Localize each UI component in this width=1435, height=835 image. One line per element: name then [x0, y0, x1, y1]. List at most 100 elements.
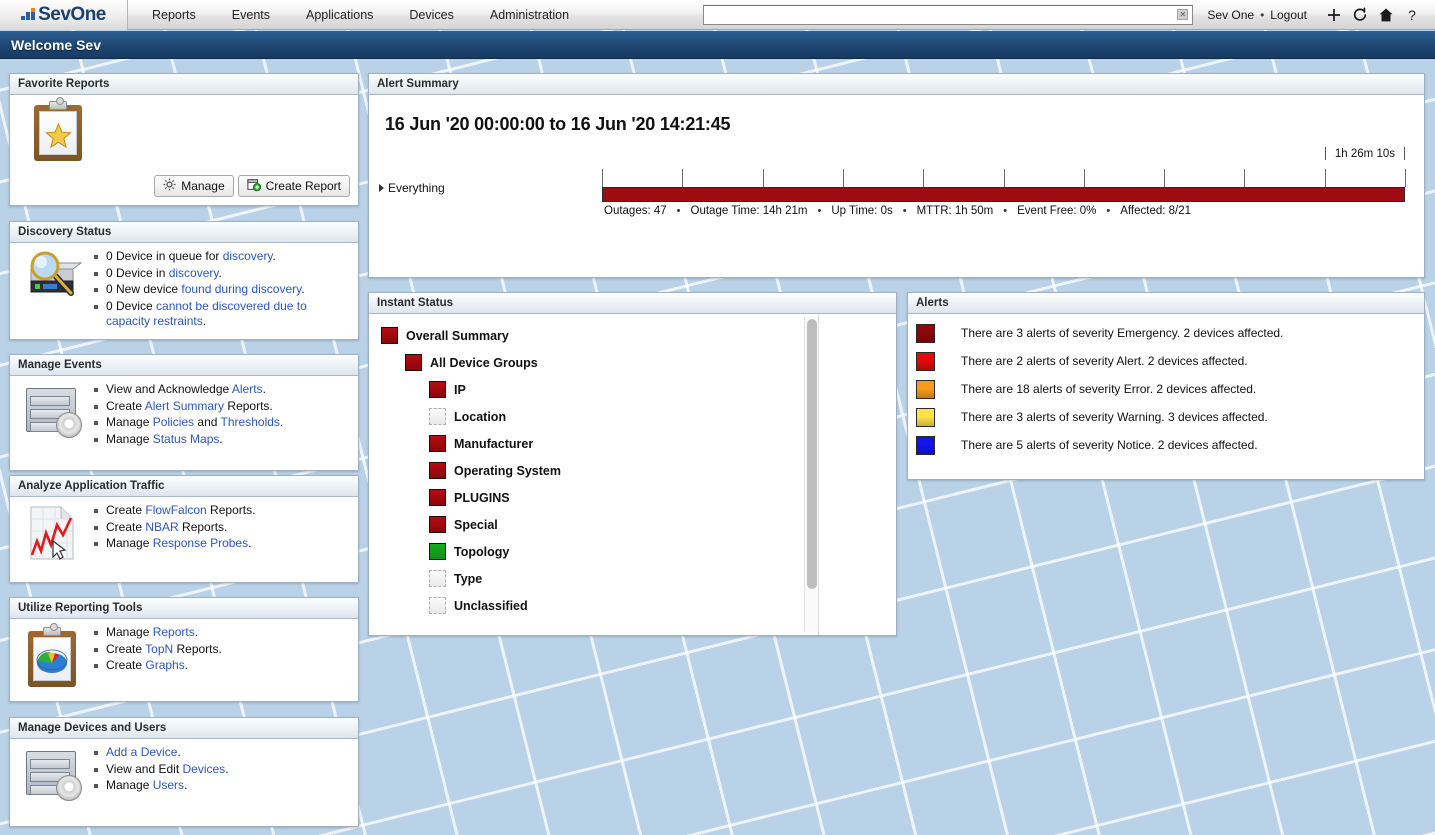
- logo-dots-icon: [21, 8, 37, 21]
- list-item-post: .: [184, 778, 188, 792]
- axis-tick: [1164, 169, 1166, 187]
- instant-status-scroll-thumb[interactable]: [807, 319, 817, 589]
- line-chart-document-icon: [16, 503, 88, 561]
- devices-users-header: Manage Devices and Users: [10, 718, 358, 739]
- discovery-link[interactable]: discovery: [169, 266, 219, 280]
- discovery-link[interactable]: discovery: [223, 249, 273, 263]
- add-a-device-link[interactable]: Add a Device: [106, 745, 177, 759]
- alert-row[interactable]: There are 3 alerts of severity Emergency…: [908, 319, 1424, 347]
- list-item: View and Acknowledge Alerts.: [92, 382, 354, 398]
- list-item-post: .: [194, 625, 199, 639]
- instant-status-scrollbar[interactable]: [804, 317, 818, 632]
- sevone-logo[interactable]: SevOne: [0, 0, 128, 30]
- search-box[interactable]: ✕: [703, 4, 1194, 25]
- status-square-red: [429, 435, 446, 452]
- alert-summary-chart: 1h 26m 10s Everything Outages: 47 • Outag…: [369, 141, 1424, 251]
- user-area: Sev One • Logout: [1207, 8, 1307, 22]
- alert-summary-link[interactable]: Alert Summary: [145, 399, 224, 413]
- list-item-post: .: [202, 314, 207, 328]
- axis-tick: [923, 169, 925, 187]
- status-square-empty: [429, 570, 446, 587]
- list-item-pre: 0 Device in queue for: [106, 249, 223, 263]
- alert-summary-header: Alert Summary: [369, 74, 1424, 95]
- alert-row[interactable]: There are 18 alerts of severity Error. 2…: [908, 375, 1424, 403]
- flowfalcon-link[interactable]: FlowFalcon: [145, 503, 206, 517]
- welcome-bar: Welcome Sev: [0, 31, 1435, 59]
- alerts-link[interactable]: Alerts: [232, 382, 263, 396]
- devices-link[interactable]: Devices: [183, 762, 226, 776]
- stat-mttr: MTTR: 1h 50m: [916, 205, 994, 217]
- alert-summary-plot: Outages: 47 • Outage Time: 14h 21m • Up Ti…: [602, 169, 1406, 217]
- analyze-application-traffic-panel: Analyze Application Traffic Create FlowF…: [9, 475, 359, 583]
- favorite-reports-panel: Favorite Reports Manage Create Report: [9, 73, 359, 206]
- expand-triangle-icon[interactable]: [379, 184, 384, 192]
- list-item-pre: Create: [106, 398, 145, 413]
- thresholds-link[interactable]: Thresholds: [221, 415, 280, 429]
- alert-summary-panel: Alert Summary 16 Jun '20 00:00:00 to 16 …: [368, 73, 1425, 278]
- status-maps-link[interactable]: Status Maps: [153, 432, 220, 446]
- alert-row[interactable]: There are 3 alerts of severity Warning. …: [908, 403, 1424, 431]
- list-item: Create NBAR Reports.: [92, 520, 354, 536]
- nbar-link[interactable]: NBAR: [145, 520, 178, 534]
- page-title: Welcome Sev: [11, 36, 102, 53]
- menu-item-reports[interactable]: Reports: [134, 0, 214, 30]
- alert-summary-scale-legend: 1h 26m 10s: [1324, 147, 1405, 160]
- list-item: 0 Device in queue for discovery.: [92, 249, 354, 265]
- alert-text: There are 3 alerts of severity Warning. …: [961, 410, 1268, 424]
- topn-link[interactable]: TopN: [145, 642, 173, 656]
- search-clear-icon[interactable]: ✕: [1177, 9, 1189, 20]
- list-item: Create Alert Summary Reports.: [92, 399, 354, 415]
- discovery-status-panel: Discovery Status 0 Device in queue for d…: [9, 221, 359, 340]
- manage-button[interactable]: Manage: [154, 175, 234, 197]
- stat-sep: •: [1003, 205, 1008, 217]
- list-item-pre: Manage: [106, 431, 153, 446]
- create-report-button-label: Create Report: [265, 179, 341, 193]
- policies-link[interactable]: Policies: [153, 415, 194, 429]
- list-item-post: Reports.: [206, 503, 256, 517]
- alert-severity-swatch-warning: [916, 407, 935, 427]
- alert-row[interactable]: There are 2 alerts of severity Alert. 2 …: [908, 347, 1424, 375]
- alert-text: There are 18 alerts of severity Error. 2…: [961, 382, 1257, 396]
- found-during-discovery-link[interactable]: found during discovery: [181, 282, 301, 296]
- home-icon[interactable]: [1373, 2, 1399, 28]
- create-report-button[interactable]: Create Report: [237, 175, 350, 197]
- instant-status-header: Instant Status: [369, 293, 896, 314]
- graphs-link[interactable]: Graphs: [145, 658, 184, 672]
- list-item-post: Reports.: [173, 641, 222, 656]
- user-name[interactable]: Sev One: [1207, 8, 1254, 22]
- refresh-icon[interactable]: [1347, 2, 1373, 28]
- list-item: 0 New device found during discovery.: [92, 282, 354, 298]
- stat-affected: Affected: 8/21: [1120, 205, 1192, 217]
- menu-item-events[interactable]: Events: [214, 0, 288, 30]
- pie-chart-clipboard-icon: [16, 623, 88, 687]
- list-item-pre: Create: [106, 658, 146, 672]
- help-icon[interactable]: ?: [1399, 2, 1425, 28]
- plus-icon[interactable]: [1321, 2, 1347, 28]
- main-menu: Reports Events Applications Devices Admi…: [134, 0, 587, 30]
- instant-status-tree-label: Operating System: [454, 463, 561, 478]
- search-input[interactable]: [706, 6, 1178, 23]
- menu-item-administration[interactable]: Administration: [472, 0, 587, 30]
- favorite-report-star-icon[interactable]: [34, 97, 82, 161]
- list-item: Manage Status Maps.: [92, 432, 354, 448]
- alert-summary-row-label[interactable]: Everything: [379, 181, 445, 195]
- list-item-pre: Create: [106, 519, 146, 534]
- instant-status-tree-label: Manufacturer: [454, 436, 534, 451]
- list-item: Create FlowFalcon Reports.: [92, 503, 354, 519]
- menu-item-applications[interactable]: Applications: [288, 0, 391, 30]
- alert-summary-outage-bar[interactable]: [602, 187, 1405, 202]
- logout-link[interactable]: Logout: [1270, 8, 1307, 22]
- user-separator: •: [1260, 7, 1265, 22]
- stat-sep: •: [817, 205, 822, 217]
- users-link[interactable]: Users: [153, 778, 184, 792]
- status-square-red: [381, 327, 398, 344]
- favorite-reports-buttons: Manage Create Report: [154, 175, 350, 197]
- status-square-green: [429, 543, 446, 560]
- devices-users-list: Add a Device. View and Edit Devices. Man…: [88, 745, 354, 795]
- menu-item-devices[interactable]: Devices: [391, 0, 471, 30]
- reports-link[interactable]: Reports: [153, 625, 195, 639]
- instant-status-tree-label: IP: [454, 382, 466, 397]
- alert-row[interactable]: There are 5 alerts of severity Notice. 2…: [908, 431, 1424, 459]
- response-probes-link[interactable]: Response Probes: [153, 536, 248, 550]
- instant-status-panel: Instant Status Overall Summary All Device…: [368, 292, 897, 636]
